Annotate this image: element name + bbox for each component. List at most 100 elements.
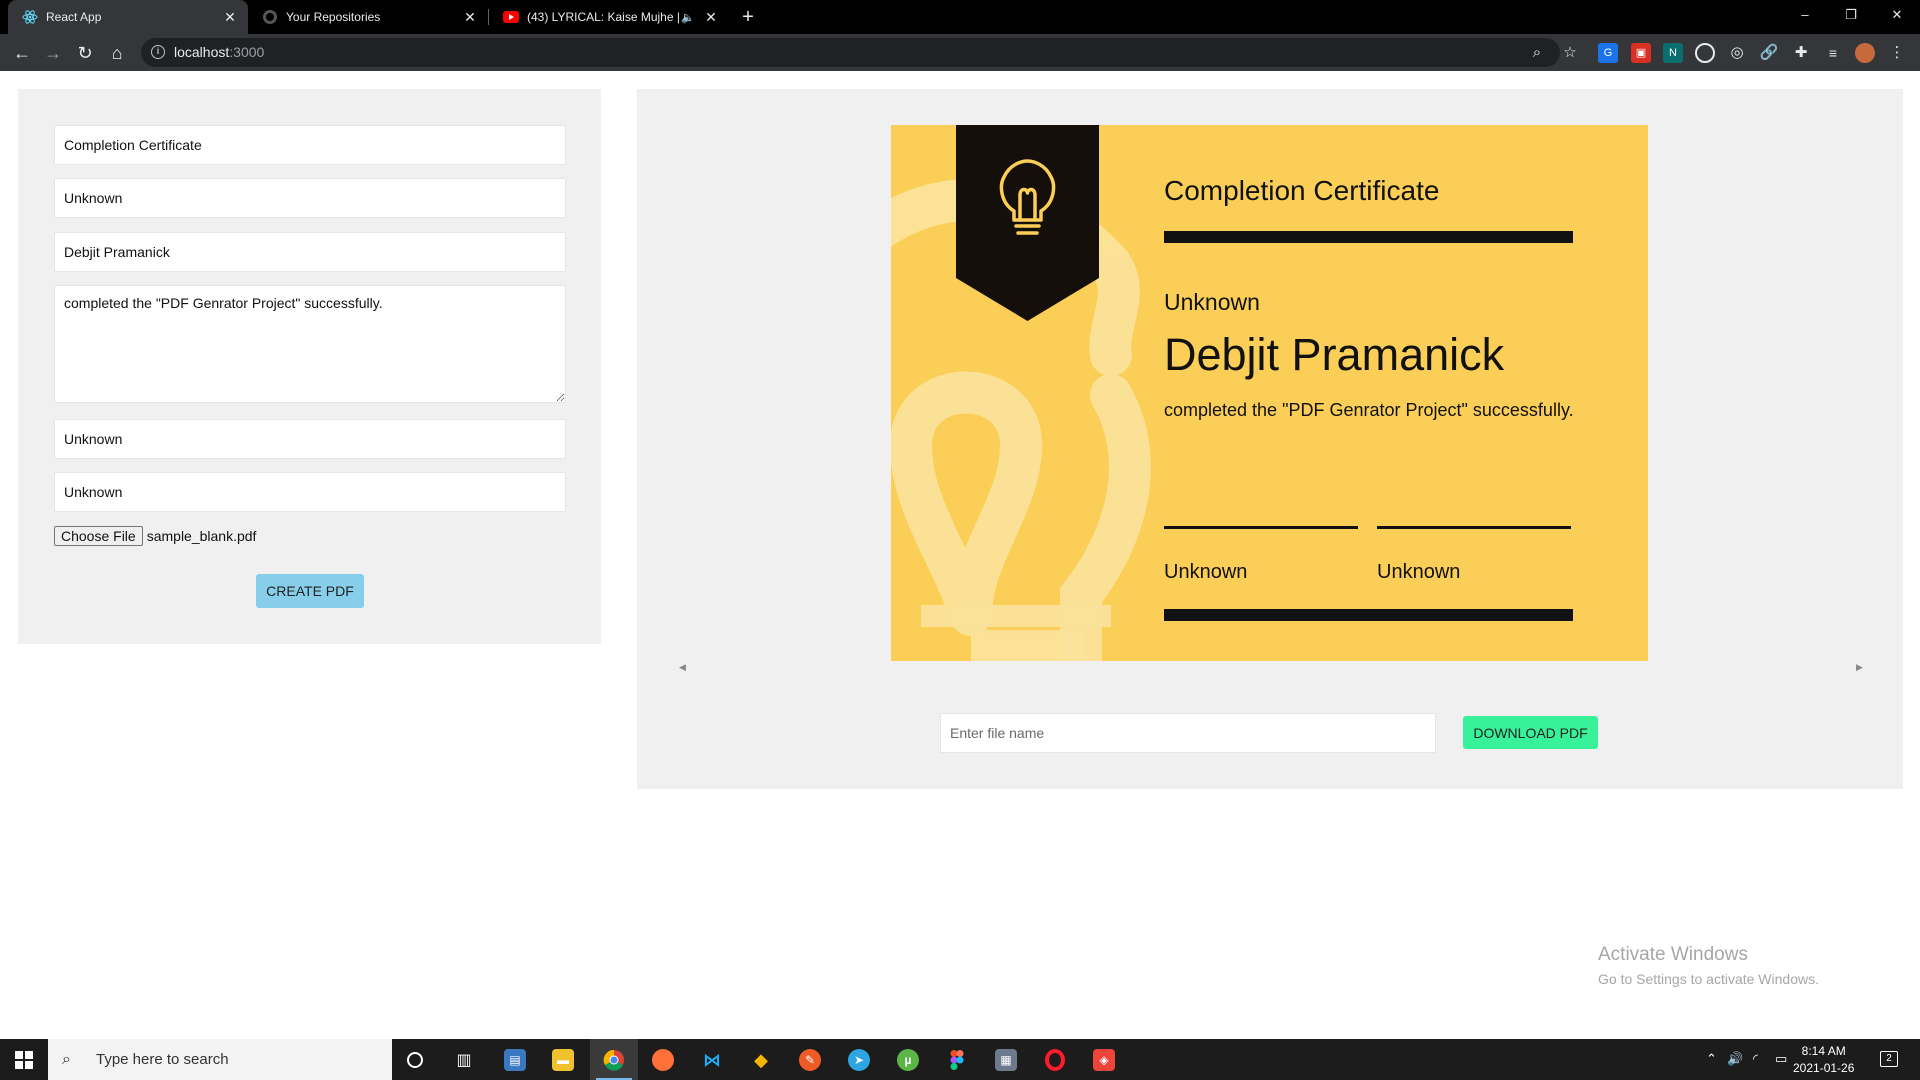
battery-icon[interactable]: ▭ <box>1775 1051 1787 1067</box>
page-content: completed the "PDF Genrator Project" suc… <box>0 71 1920 1039</box>
description-field[interactable]: completed the "PDF Genrator Project" suc… <box>54 285 566 403</box>
figma-icon[interactable] <box>942 1045 972 1075</box>
github-icon <box>262 9 278 25</box>
name-field[interactable] <box>54 232 566 272</box>
file-picker: Choose File sample_blank.pdf <box>54 526 256 546</box>
close-icon[interactable]: ✕ <box>220 9 240 26</box>
signature-line-left <box>1164 526 1358 529</box>
certificate-recipient-name: Debjit Pramanick <box>1164 329 1505 380</box>
forward-icon[interactable]: → <box>40 40 66 66</box>
calculator-icon[interactable]: ▦ <box>991 1045 1021 1075</box>
clock-time: 8:14 AM <box>1801 1044 1846 1058</box>
bookmark-star-icon[interactable]: ☆ <box>1560 43 1580 63</box>
react-icon <box>22 9 38 25</box>
network-icon[interactable]: ◜ <box>1753 1051 1758 1067</box>
start-button[interactable] <box>0 1039 48 1080</box>
signature-left-field[interactable] <box>54 419 566 459</box>
speaker-icon[interactable]: 🔈 <box>681 11 695 24</box>
activate-windows-watermark: Activate Windows Go to Settings to activ… <box>1598 944 1819 987</box>
tab-title: React App <box>46 10 102 24</box>
opera-icon[interactable] <box>1040 1045 1070 1075</box>
windows-icon <box>15 1050 33 1069</box>
tab-title: (43) LYRICAL: Kaise Mujhe | G <box>527 10 682 24</box>
file-name-input[interactable] <box>940 713 1436 753</box>
scroll-right-arrow-icon[interactable]: ▶ <box>1856 662 1863 673</box>
chrome-icon[interactable] <box>599 1045 629 1075</box>
watermark-line-1: Activate Windows <box>1598 944 1748 965</box>
restore-button[interactable]: ❐ <box>1828 0 1874 30</box>
clock-date: 2021-01-26 <box>1793 1061 1855 1075</box>
preview-panel: Completion Certificate Unknown Debjit Pr… <box>637 89 1903 789</box>
task-view-icon[interactable]: ▥ <box>449 1045 479 1075</box>
certificate-title: Completion Certificate <box>1164 175 1440 206</box>
media-queue-icon[interactable]: ≡ <box>1823 43 1843 63</box>
tab-react-app[interactable]: React App ✕ <box>8 0 248 34</box>
tab-youtube[interactable]: (43) LYRICAL: Kaise Mujhe | G 🔈 ✕ <box>489 0 729 34</box>
taskbar-search[interactable]: ⌕ Type here to search <box>48 1039 392 1080</box>
explorer-icon[interactable]: ▤ <box>500 1045 530 1075</box>
postman-icon[interactable]: ✎ <box>795 1045 825 1075</box>
avatar[interactable] <box>1855 43 1875 63</box>
vscode-icon[interactable]: ⋈ <box>697 1045 727 1075</box>
windows-taskbar: ⌕ Type here to search ▥ ▤ ▬ ⋈ ◆ ✎ ➤ µ ▦ … <box>0 1039 1920 1080</box>
signature-label-right: Unknown <box>1377 561 1461 583</box>
signature-label-left: Unknown <box>1164 561 1248 583</box>
title-divider <box>1164 231 1573 243</box>
search-placeholder: Type here to search <box>96 1051 229 1068</box>
chosen-file-name: sample_blank.pdf <box>146 528 257 544</box>
back-icon[interactable]: ← <box>9 40 35 66</box>
title-field[interactable] <box>54 125 566 165</box>
certificate-subtitle: Unknown <box>1164 289 1260 315</box>
browser-toolbar: ← → ↻ ⌂ i localhost:3000 ⌕ ☆ G ▣ N ◎ 🔗 ✚… <box>0 34 1920 71</box>
address-url[interactable]: localhost:3000 <box>174 44 264 60</box>
taskbar-clock[interactable]: 8:14 AM 2021-01-26 <box>1793 1043 1854 1077</box>
bottom-divider <box>1164 609 1573 621</box>
minimize-button[interactable]: – <box>1782 0 1828 30</box>
extension-red-icon[interactable]: ▣ <box>1631 43 1651 63</box>
signature-line-right <box>1377 526 1571 529</box>
choose-file-button[interactable]: Choose File <box>54 526 143 546</box>
info-icon[interactable]: i <box>151 45 165 59</box>
home-icon[interactable]: ⌂ <box>104 40 130 66</box>
telegram-icon[interactable]: ➤ <box>844 1045 874 1075</box>
close-icon[interactable]: ✕ <box>460 9 480 26</box>
form-panel: completed the "PDF Genrator Project" suc… <box>18 89 601 644</box>
notification-count: 2 <box>1880 1051 1898 1067</box>
watermark-line-2: Go to Settings to activate Windows. <box>1598 971 1819 987</box>
tab-title: Your Repositories <box>286 10 381 24</box>
scroll-left-arrow-icon[interactable]: ◀ <box>679 662 686 673</box>
window-close-button[interactable]: ✕ <box>1874 0 1920 30</box>
create-pdf-button[interactable]: CREATE PDF <box>256 574 364 608</box>
reload-icon[interactable]: ↻ <box>72 40 98 66</box>
utorrent-icon[interactable]: µ <box>893 1045 923 1075</box>
translate-extension-icon[interactable]: G <box>1598 43 1618 63</box>
anydesk-icon[interactable]: ◈ <box>1089 1045 1119 1075</box>
new-tab-button[interactable]: + <box>736 5 760 29</box>
file-explorer-icon[interactable]: ▬ <box>548 1045 578 1075</box>
certificate: Completion Certificate Unknown Debjit Pr… <box>891 125 1648 661</box>
signature-right-field[interactable] <box>54 472 566 512</box>
youtube-icon <box>503 9 519 25</box>
certificate-description: completed the "PDF Genrator Project" suc… <box>1164 400 1574 420</box>
link-extension-icon[interactable]: 🔗 <box>1759 43 1779 63</box>
menu-icon[interactable]: ⋮ <box>1887 43 1907 63</box>
extension-n-icon[interactable]: N <box>1663 43 1683 63</box>
close-icon[interactable]: ✕ <box>701 9 721 26</box>
firefox-icon[interactable] <box>648 1045 678 1075</box>
address-bar[interactable]: i localhost:3000 ⌕ <box>141 38 1560 67</box>
extension-circle-icon[interactable] <box>1695 43 1715 63</box>
tray-chevron-icon[interactable]: ⌃ <box>1706 1051 1717 1067</box>
notification-icon[interactable]: 2 <box>1880 1049 1898 1067</box>
ribbon-badge <box>956 125 1099 321</box>
browser-tabstrip: React App ✕ Your Repositories ✕ (43) LYR… <box>0 0 1920 34</box>
zoom-icon[interactable]: ⌕ <box>1527 43 1547 63</box>
subtitle-field[interactable] <box>54 178 566 218</box>
git-icon[interactable]: ◆ <box>746 1045 776 1075</box>
cortana-icon[interactable] <box>400 1045 430 1075</box>
puzzle-icon[interactable]: ✚ <box>1791 43 1811 63</box>
search-icon: ⌕ <box>62 1050 71 1068</box>
volume-icon[interactable]: 🔊 <box>1727 1051 1743 1067</box>
download-pdf-button[interactable]: DOWNLOAD PDF <box>1463 716 1598 749</box>
extension-target-icon[interactable]: ◎ <box>1727 43 1747 63</box>
tab-your-repositories[interactable]: Your Repositories ✕ <box>248 0 488 34</box>
